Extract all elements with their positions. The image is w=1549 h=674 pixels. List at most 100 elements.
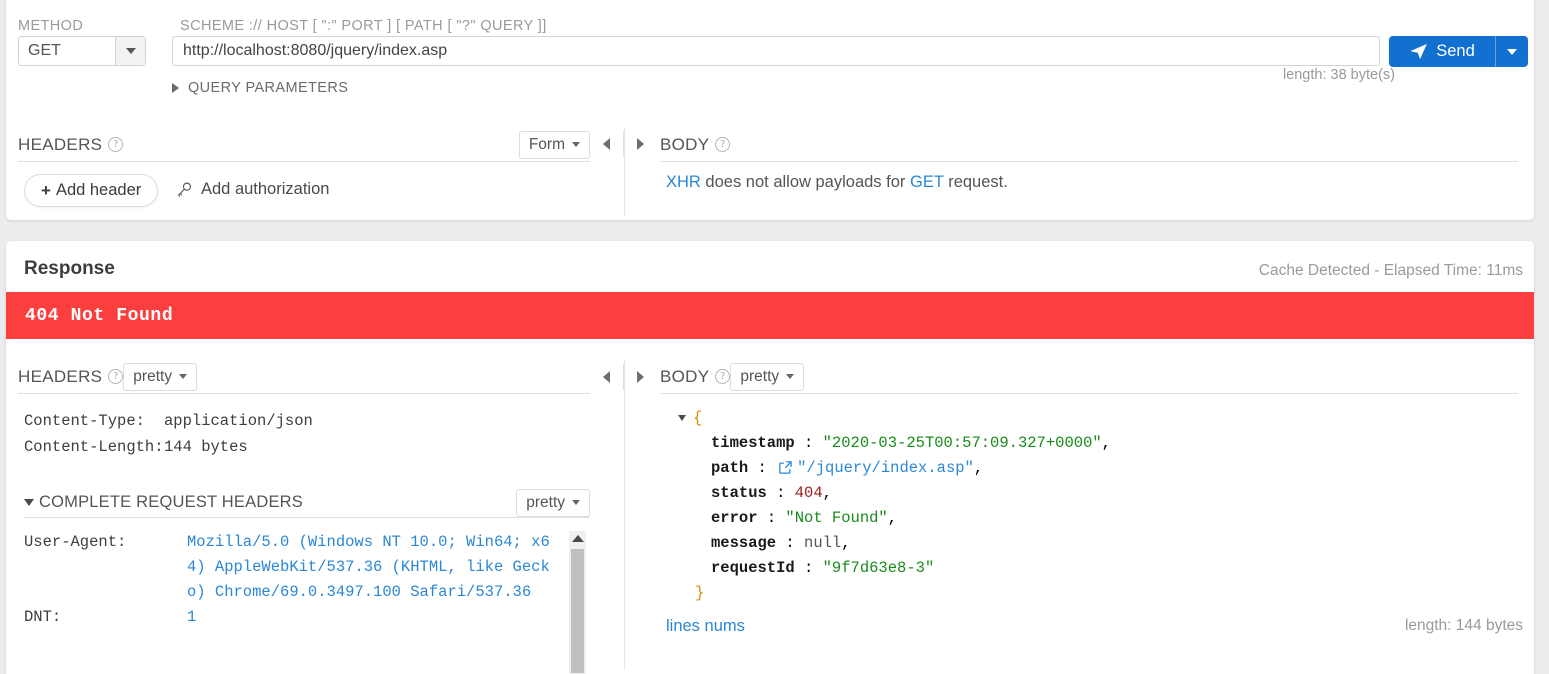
chevron-down-icon xyxy=(572,500,580,505)
add-authorization-button[interactable]: Add authorization xyxy=(176,180,329,199)
complete-request-headers-header: COMPLETE REQUEST HEADERS pretty xyxy=(24,488,590,518)
scrollbar-thumb[interactable] xyxy=(571,549,584,673)
response-headers-list: Content-Type: application/json Content-L… xyxy=(24,408,313,460)
header-key: DNT: xyxy=(24,608,62,626)
json-line: timestamp : "2020-03-25T00:57:09.327+000… xyxy=(678,430,1111,455)
request-headers-format-select[interactable]: Form xyxy=(518,130,590,159)
json-comma: , xyxy=(1101,433,1111,452)
scroll-up-icon[interactable] xyxy=(571,535,584,542)
json-comma: , xyxy=(822,483,832,502)
json-key: requestId xyxy=(711,558,795,577)
add-authorization-label: Add authorization xyxy=(201,180,330,198)
response-headers-format-value: pretty xyxy=(133,367,173,385)
header-value: Mozilla/5.0 (Windows NT 10.0; Win64; x64… xyxy=(187,533,550,601)
query-parameters-toggle[interactable]: QUERY PARAMETERS xyxy=(172,80,348,96)
json-key: error xyxy=(711,508,758,527)
get-link[interactable]: GET xyxy=(910,173,944,191)
json-comma: , xyxy=(887,508,898,527)
complete-request-headers-scrollbar[interactable] xyxy=(569,531,586,674)
json-root-line: { xyxy=(678,405,1111,430)
json-comma: , xyxy=(973,458,984,477)
request-headers-title-group: HEADERS ? xyxy=(18,135,519,155)
chevron-down-icon xyxy=(179,374,188,379)
response-headers-title: HEADERS xyxy=(18,366,103,386)
json-line: status : 404, xyxy=(678,480,1111,505)
method-select[interactable]: GET xyxy=(18,36,146,66)
json-value: null xyxy=(804,533,842,552)
external-link-icon[interactable] xyxy=(778,460,793,475)
json-close-brace: } xyxy=(695,583,705,602)
header-key: Content-Type: xyxy=(24,412,145,430)
key-icon xyxy=(176,181,193,198)
status-text: 404 Not Found xyxy=(25,305,174,326)
json-line: requestId : "9f7d63e8-3" xyxy=(678,555,1111,580)
request-body-title-group: BODY ? xyxy=(660,134,731,155)
table-row: User-Agent: Mozilla/5.0 (Windows NT 10.0… xyxy=(24,530,590,605)
json-open-brace: { xyxy=(693,408,703,427)
json-value: "9f7d63e8-3" xyxy=(822,558,935,577)
header-value: application/json xyxy=(164,412,313,430)
header-key: Content-Length: xyxy=(24,438,164,456)
json-line: error : "Not Found", xyxy=(678,505,1111,530)
status-banner: 404 Not Found xyxy=(6,292,1534,339)
lines-nums-toggle[interactable]: lines nums xyxy=(666,617,745,636)
chevron-down-icon xyxy=(1507,48,1517,55)
help-icon[interactable]: ? xyxy=(108,369,124,384)
help-icon[interactable]: ? xyxy=(715,137,731,152)
help-icon[interactable]: ? xyxy=(108,137,124,152)
json-separator: : xyxy=(776,533,805,552)
response-body-length: length: 144 bytes xyxy=(1404,617,1523,634)
request-body-note-suffix: request. xyxy=(943,173,1008,191)
send-button[interactable]: Send xyxy=(1389,36,1528,67)
json-key: message xyxy=(711,533,777,552)
request-body-title: BODY xyxy=(660,134,710,154)
response-vertical-divider xyxy=(624,360,625,670)
json-comma: , xyxy=(841,533,851,552)
send-button-dropdown[interactable] xyxy=(1495,36,1528,67)
request-headers-panel-header: HEADERS ? Form xyxy=(18,128,590,162)
request-headers-title: HEADERS xyxy=(18,134,103,154)
method-select-value: GET xyxy=(28,42,61,59)
json-value: "Not Found" xyxy=(785,508,888,527)
json-separator: : xyxy=(748,458,777,477)
send-button-main[interactable]: Send xyxy=(1389,36,1495,67)
xhr-link[interactable]: XHR xyxy=(666,173,701,191)
url-length-note: length: 38 byte(s) xyxy=(1282,67,1395,83)
request-body-note-middle: does not allow payloads for xyxy=(700,173,910,191)
response-body-format-select[interactable]: pretty xyxy=(730,362,805,391)
request-body-note: XHR does not allow payloads for GET requ… xyxy=(666,173,1008,192)
json-key: status xyxy=(711,483,767,502)
complete-request-headers-format-select[interactable]: pretty xyxy=(516,488,590,517)
response-body-panel-header: BODY ? pretty xyxy=(660,360,1518,394)
json-separator: : xyxy=(766,483,795,502)
json-key: path xyxy=(711,458,749,477)
request-body-panel-header: BODY ? xyxy=(660,128,1518,162)
json-close-line: } xyxy=(678,580,1111,605)
chevron-down-icon xyxy=(572,142,580,147)
url-syntax-label: SCHEME :// HOST [ ":" PORT ] [ PATH [ "?… xyxy=(180,18,547,34)
response-headers-format-select[interactable]: pretty xyxy=(123,362,198,391)
nav-next-icon[interactable] xyxy=(637,371,644,383)
complete-request-headers-list: User-Agent: Mozilla/5.0 (Windows NT 10.0… xyxy=(24,530,590,674)
response-headers-title-group: HEADERS ? xyxy=(18,366,124,387)
add-header-label: Add header xyxy=(55,181,142,199)
response-body-json-viewer: { timestamp : "2020-03-25T00:57:09.327+0… xyxy=(678,405,1111,605)
help-icon[interactable]: ? xyxy=(715,369,731,384)
url-input[interactable] xyxy=(172,36,1380,66)
response-title: Response xyxy=(24,258,115,279)
complete-request-headers-toggle[interactable]: COMPLETE REQUEST HEADERS xyxy=(24,493,516,512)
json-value[interactable]: "/jquery/index.asp" xyxy=(797,459,974,477)
query-parameters-label: QUERY PARAMETERS xyxy=(188,80,349,96)
method-select-caret[interactable] xyxy=(115,37,145,65)
add-header-button[interactable]: + Add header xyxy=(24,174,159,207)
table-row: DNT: 1 xyxy=(24,605,590,630)
chevron-down-icon xyxy=(125,48,136,54)
nav-prev-icon[interactable] xyxy=(603,138,610,150)
complete-request-headers-format-value: pretty xyxy=(526,493,565,511)
nav-prev-icon[interactable] xyxy=(603,371,610,383)
json-separator: : xyxy=(794,558,823,577)
complete-request-headers-title: COMPLETE REQUEST HEADERS xyxy=(39,493,303,511)
chevron-down-icon[interactable] xyxy=(678,414,686,421)
nav-next-icon[interactable] xyxy=(637,138,644,150)
table-row: Content-Type: application/json xyxy=(24,408,313,434)
